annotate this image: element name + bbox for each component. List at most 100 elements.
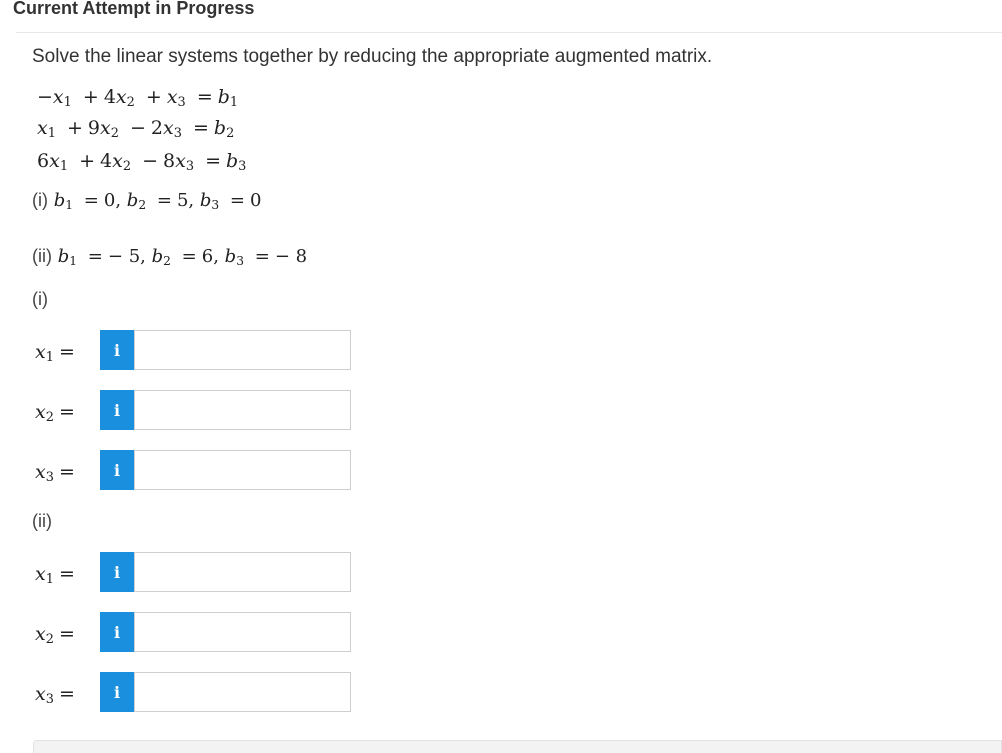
eq1-op1: +: [82, 86, 99, 108]
case-ii-b2-sub: 2: [163, 254, 171, 269]
var-x: x: [35, 461, 46, 483]
eq2-var3: x: [163, 117, 174, 139]
eq1-op2: +: [145, 86, 162, 108]
eq3-op1: +: [79, 150, 95, 172]
case-i-eq1: =: [83, 190, 99, 211]
eq3-var3: x: [175, 150, 186, 172]
eq3-equals: =: [205, 150, 221, 172]
answer-input-part-ii-x2[interactable]: [134, 612, 351, 652]
answer-row-part-i-x3: x3 = i: [35, 450, 355, 492]
eq3-var2: x: [112, 150, 123, 172]
case-i-v2: 5: [176, 190, 189, 211]
question-instructions: Solve the linear systems together by red…: [32, 46, 713, 67]
var-subscript: 3: [45, 692, 54, 708]
header-divider: [16, 32, 1002, 33]
eq1-rhs: b: [217, 86, 230, 108]
eq1-sign: −: [37, 86, 53, 108]
var-subscript: 1: [45, 572, 54, 588]
equation-3: 6x1 +4x2 −8x3 = b3: [37, 150, 246, 175]
eq2-var1: x: [37, 117, 48, 139]
eq1-sub1: 1: [63, 95, 72, 111]
answer-input-part-i-x3[interactable]: [134, 450, 351, 490]
answer-variable-label: x1 =: [35, 341, 80, 366]
info-icon[interactable]: i: [100, 552, 134, 592]
equation-2: x1 +9x2 −2x3 = b2: [37, 117, 234, 142]
case-i-b2: b: [126, 190, 139, 211]
equals-sign: =: [58, 563, 75, 585]
case-ii-v2: 6: [201, 246, 214, 267]
info-icon[interactable]: i: [100, 672, 134, 712]
answer-variable-label: x2 =: [35, 623, 80, 648]
eq3-sub1: 1: [59, 159, 69, 175]
eq2-op2: −: [129, 117, 146, 139]
case-i-v3: 0: [250, 190, 262, 211]
answer-row-part-ii-x2: x2 = i: [35, 612, 355, 654]
equals-sign: =: [58, 461, 75, 483]
var-subscript: 2: [45, 410, 54, 426]
info-icon[interactable]: i: [100, 450, 134, 490]
answer-row-part-ii-x1: x1 = i: [35, 552, 355, 594]
part-i-label: (i): [32, 289, 48, 309]
eq3-var1: x: [49, 150, 60, 172]
var-subscript: 3: [45, 470, 54, 486]
eq1-coef2: 4: [103, 86, 116, 108]
case-ii-values: (ii) b1 = − 5, b2 = 6, b3 = − 8: [32, 246, 308, 269]
answer-variable-label: x3 =: [35, 683, 80, 708]
case-i-eq3: =: [229, 190, 246, 211]
eq3-coef3: 8: [163, 150, 176, 172]
answer-row-part-i-x2: x2 = i: [35, 390, 355, 432]
eq1-sub2: 2: [126, 95, 135, 111]
answer-row-part-ii-x3: x3 = i: [35, 672, 355, 714]
case-i-b3: b: [199, 190, 212, 211]
bottom-panel: [33, 740, 1002, 753]
answer-variable-label: x1 =: [35, 563, 80, 588]
answer-variable-label: x3 =: [35, 461, 80, 486]
equals-sign: =: [58, 401, 75, 423]
case-i-b1-sub: 1: [65, 198, 74, 213]
var-x: x: [35, 563, 46, 585]
equals-sign: =: [58, 623, 75, 645]
eq2-op1: +: [66, 117, 83, 139]
case-ii-eq1: =: [87, 246, 103, 267]
eq2-equals: =: [192, 117, 209, 139]
eq2-coef3: 2: [150, 117, 163, 139]
case-ii-v3: − 8: [274, 246, 308, 267]
answer-input-part-i-x1[interactable]: [134, 330, 351, 370]
case-i-values: (i) b1 = 0, b2 = 5, b3 = 0: [32, 190, 262, 213]
case-ii-v1: − 5: [107, 246, 141, 267]
info-icon[interactable]: i: [100, 330, 134, 370]
case-ii-b1: b: [57, 246, 70, 267]
var-x: x: [35, 683, 46, 705]
eq3-coef2: 4: [100, 150, 113, 172]
eq3-sub3: 3: [185, 159, 195, 175]
case-ii-b1-sub: 1: [69, 254, 78, 269]
var-subscript: 2: [45, 632, 54, 648]
case-ii-label: (ii): [32, 246, 52, 266]
info-icon[interactable]: i: [100, 390, 134, 430]
eq3-coef1: 6: [37, 150, 50, 172]
case-ii-b2: b: [151, 246, 164, 267]
eq3-sub2: 2: [122, 159, 132, 175]
var-x: x: [35, 401, 46, 423]
eq2-sub1: 1: [47, 126, 56, 142]
eq1-equals: =: [196, 86, 213, 108]
case-ii-eq2: =: [181, 246, 197, 267]
case-i-label: (i): [32, 190, 48, 210]
eq2-var2: x: [100, 117, 111, 139]
var-subscript: 1: [45, 350, 54, 366]
answer-input-part-ii-x1[interactable]: [134, 552, 351, 592]
answer-input-part-ii-x3[interactable]: [134, 672, 351, 712]
eq1-var2: x: [115, 86, 127, 108]
case-i-b2-sub: 2: [138, 198, 147, 213]
part-ii-label: (ii): [32, 511, 52, 531]
case-i-b3-sub: 3: [211, 198, 220, 213]
eq2-sub3: 3: [173, 126, 182, 142]
case-i-v1: 0: [103, 190, 116, 211]
eq3-rhs: b: [226, 150, 239, 172]
answer-row-part-i-x1: x1 = i: [35, 330, 355, 372]
answer-variable-label: x2 =: [35, 401, 80, 426]
attempt-status-title: Current Attempt in Progress: [13, 0, 255, 18]
info-icon[interactable]: i: [100, 612, 134, 652]
eq1-sub3: 3: [177, 95, 186, 111]
answer-input-part-i-x2[interactable]: [134, 390, 351, 430]
